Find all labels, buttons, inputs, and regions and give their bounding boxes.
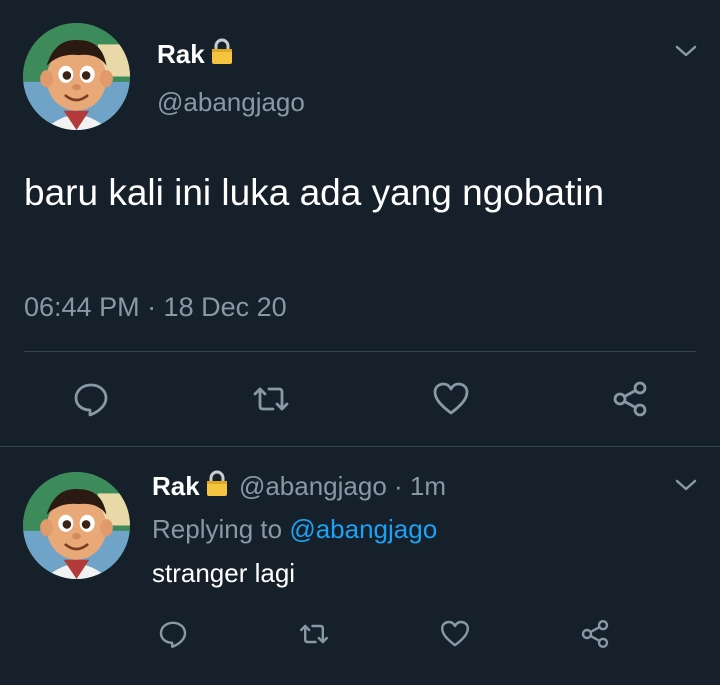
heart-icon[interactable] bbox=[431, 379, 471, 419]
reply-text: stranger lagi bbox=[152, 558, 296, 588]
reply-icon[interactable] bbox=[157, 618, 189, 650]
reply-author-avatar[interactable] bbox=[23, 472, 130, 579]
heart-icon[interactable] bbox=[439, 618, 471, 650]
reply-header: Rak @abangjago · 1m bbox=[152, 468, 446, 506]
display-name: Rak bbox=[157, 39, 205, 69]
author-handle[interactable]: @abangjago bbox=[157, 86, 305, 118]
replying-to: Replying to @abangjago bbox=[152, 512, 437, 546]
lock-icon bbox=[207, 36, 237, 73]
author-avatar[interactable] bbox=[23, 23, 130, 130]
separator: · bbox=[386, 471, 410, 501]
divider bbox=[0, 446, 720, 447]
chevron-down-icon[interactable] bbox=[673, 476, 699, 494]
reply-icon[interactable] bbox=[71, 379, 111, 419]
reply-display-name[interactable]: Rak bbox=[152, 471, 200, 501]
share-icon[interactable] bbox=[579, 618, 611, 650]
avatar-image bbox=[23, 472, 130, 579]
retweet-icon[interactable] bbox=[251, 379, 291, 419]
chevron-down-icon[interactable] bbox=[673, 42, 699, 60]
author-name[interactable]: Rak bbox=[157, 36, 237, 73]
avatar-image bbox=[23, 23, 130, 130]
share-icon[interactable] bbox=[610, 379, 650, 419]
lock-icon bbox=[202, 468, 232, 506]
replying-mention-link[interactable]: @abangjago bbox=[289, 514, 437, 544]
reply-time[interactable]: 1m bbox=[410, 471, 446, 501]
retweet-icon[interactable] bbox=[298, 618, 330, 650]
tweet-timestamp[interactable]: 06:44 PM · 18 Dec 20 bbox=[24, 290, 287, 324]
replying-prefix: Replying to bbox=[152, 514, 290, 544]
divider bbox=[24, 351, 696, 352]
reply-handle[interactable]: @abangjago bbox=[239, 471, 387, 501]
tweet-text: baru kali ini luka ada yang ngobatin bbox=[24, 172, 605, 213]
